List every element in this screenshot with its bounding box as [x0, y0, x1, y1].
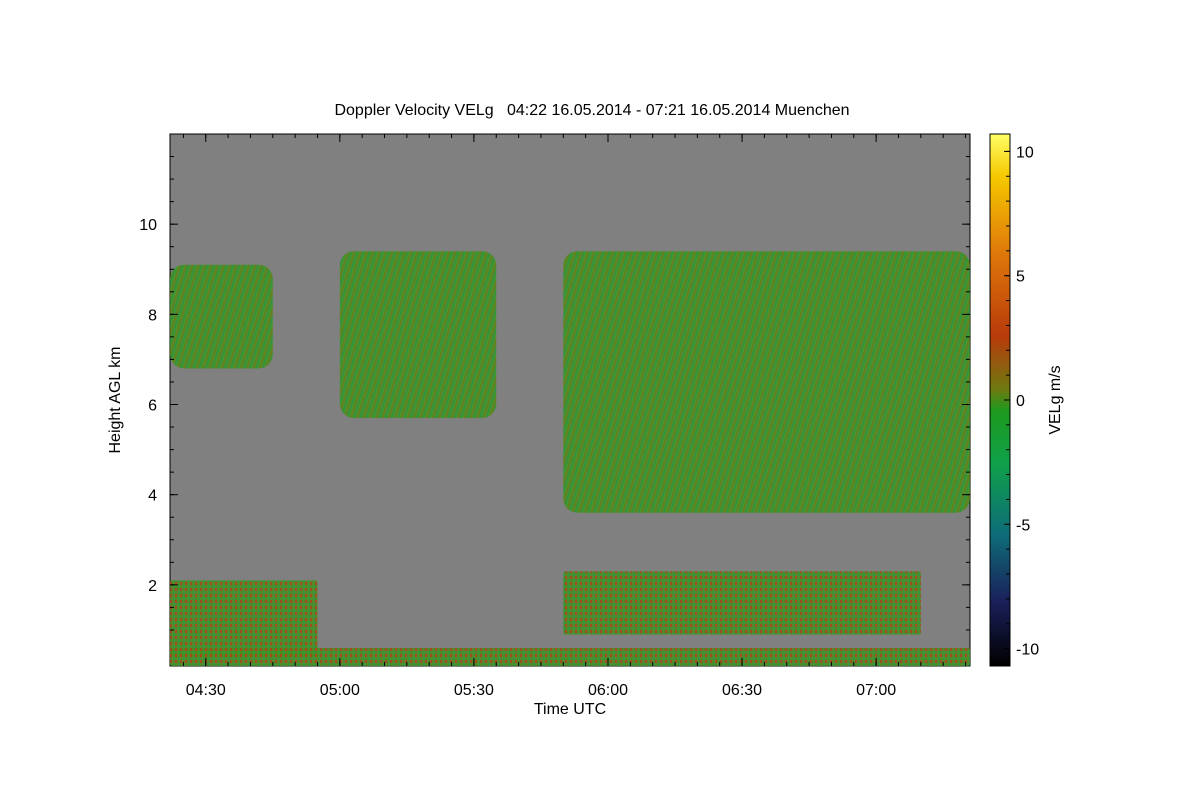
velocity-region	[563, 571, 921, 635]
colorbar-label: VELg m/s	[1047, 365, 1064, 434]
velocity-region	[339, 251, 497, 419]
x-tick-label: 06:30	[722, 682, 762, 699]
y-tick-label: 4	[148, 488, 157, 505]
y-tick-label: 2	[148, 578, 157, 595]
velocity-region	[170, 647, 970, 666]
chart-title: Doppler Velocity VELg 04:22 16.05.2014 -…	[334, 102, 849, 119]
colorbar-tick-label: -10	[1016, 642, 1039, 659]
y-tick-label: 10	[139, 217, 157, 234]
colorbar-tick-label: 0	[1016, 393, 1025, 410]
x-axis-label: Time UTC	[534, 701, 606, 718]
x-tick-label: 04:30	[186, 682, 226, 699]
x-tick-label: 07:00	[856, 682, 896, 699]
colorbar-tick-label: -5	[1016, 517, 1030, 534]
x-tick-label: 05:00	[320, 682, 360, 699]
x-tick-label: 05:30	[454, 682, 494, 699]
y-tick-label: 6	[148, 398, 157, 415]
colorbar-tick-label: 10	[1016, 144, 1034, 161]
velocity-region	[563, 251, 970, 513]
x-tick-label: 06:00	[588, 682, 628, 699]
colorbar-tick-label: 5	[1016, 269, 1025, 286]
y-axis-label: Height AGL km	[107, 346, 124, 453]
velocity-region	[170, 580, 318, 657]
chart: Doppler Velocity VELg 04:22 16.05.2014 -…	[107, 102, 1064, 718]
y-tick-label: 8	[148, 307, 157, 324]
velocity-region	[170, 264, 273, 369]
